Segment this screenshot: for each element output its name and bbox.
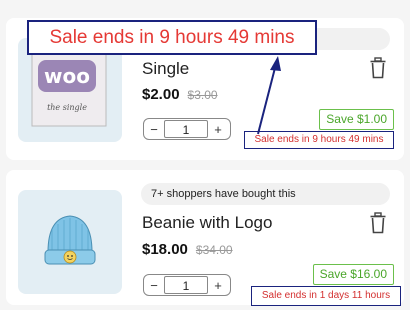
svg-text:the single: the single [47, 103, 87, 112]
plus-button[interactable]: + [208, 122, 228, 137]
sale-timer-callout: Sale ends in 9 hours 49 mins [27, 20, 317, 55]
minus-button[interactable]: − [144, 278, 164, 293]
remove-item-button[interactable] [370, 212, 386, 234]
sale-timer-beanie: Sale ends in 1 days 11 hours [251, 286, 401, 306]
remove-item-button[interactable] [370, 57, 386, 79]
current-price: $2.00 [142, 86, 180, 103]
save-badge: Save $1.00 [319, 109, 394, 130]
old-price: $34.00 [195, 243, 233, 257]
product-image-beanie[interactable] [18, 190, 122, 294]
plus-button[interactable]: + [208, 278, 228, 293]
price-row: $18.00 $34.00 [142, 241, 233, 258]
beanie-image [44, 215, 96, 265]
current-price: $18.00 [142, 241, 188, 258]
quantity-field[interactable]: 1 [164, 276, 208, 294]
quantity-stepper: − 1 + [143, 274, 231, 296]
trash-icon [370, 212, 386, 234]
sale-timer-single: Sale ends in 9 hours 49 mins [244, 131, 394, 149]
shoppers-pill: 7+ shoppers have bought this [141, 183, 390, 205]
save-badge: Save $16.00 [312, 264, 394, 285]
svg-text:woo: woo [44, 64, 90, 88]
cart-item-beanie: 7+ shoppers have bought this Beanie with… [6, 170, 404, 305]
price-row: $2.00 $3.00 [142, 86, 218, 103]
minus-button[interactable]: − [144, 122, 164, 137]
quantity-field[interactable]: 1 [164, 120, 208, 138]
product-title[interactable]: Single [142, 59, 189, 79]
old-price: $3.00 [187, 88, 218, 102]
quantity-stepper: − 1 + [143, 118, 231, 140]
trash-icon [370, 57, 386, 79]
product-title[interactable]: Beanie with Logo [142, 213, 272, 233]
